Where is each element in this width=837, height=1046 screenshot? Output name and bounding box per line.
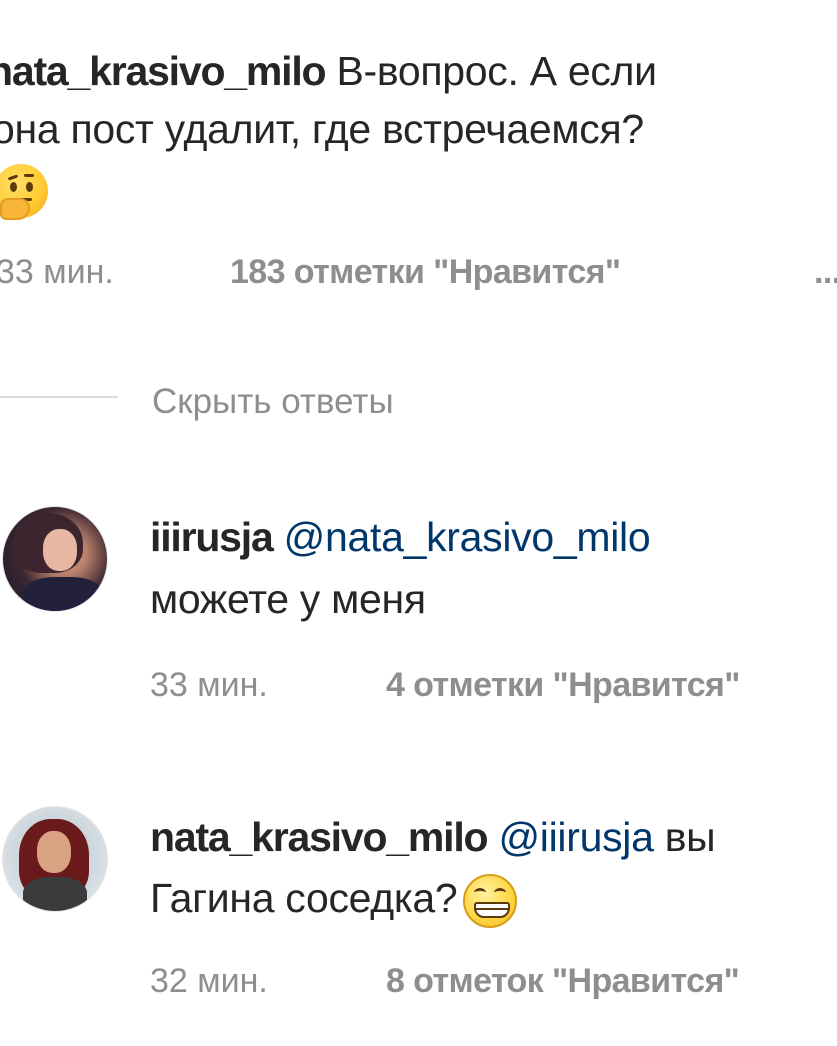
top-comment-text: В-вопрос. А если [325, 48, 657, 94]
top-comment-line2: она пост удалит, где встречаемся? [0, 106, 644, 152]
grinning-face-emoji [463, 874, 518, 928]
more-options-icon[interactable]: ... [814, 253, 837, 292]
top-comment-line1: nata_krasivo_milo В-вопрос. А если [0, 48, 657, 95]
avatar-iiirusja[interactable] [2, 506, 108, 612]
reply-1-text: можете у меня [150, 576, 426, 622]
top-comment-time: 33 мин. [0, 253, 114, 291]
reply-2-line1: nata_krasivo_milo @iiirusja вы [150, 814, 716, 861]
reply-1-likes[interactable]: 4 отметки "Нравится" [386, 666, 740, 705]
reply-1-time: 33 мин. [150, 666, 268, 704]
reply-2-likes[interactable]: 8 отметок "Нравится" [386, 962, 740, 1001]
reply-1-line1: iiirusja @nata_krasivo_milo [150, 514, 651, 561]
reply-1-mention[interactable]: @nata_krasivo_milo [284, 514, 651, 560]
top-comment-likes[interactable]: 183 отметки "Нравится" [230, 253, 621, 292]
reply-2-time: 32 мин. [150, 962, 268, 1000]
top-comment-username[interactable]: nata_krasivo_milo [0, 48, 327, 94]
thinking-face-emoji [0, 164, 48, 220]
replies-divider [0, 396, 118, 398]
reply-2-text-start: вы [653, 814, 716, 860]
reply-1-username[interactable]: iiirusja [150, 514, 274, 560]
reply-2-text: Гагина соседка? [150, 874, 458, 921]
reply-2-mention[interactable]: @iiirusja [498, 814, 653, 860]
hide-replies-button[interactable]: Скрыть ответы [152, 382, 394, 422]
avatar-nata-krasivo-milo[interactable] [2, 806, 108, 912]
reply-2-line2: Гагина соседка? [150, 874, 518, 928]
reply-2-username[interactable]: nata_krasivo_milo [150, 814, 489, 860]
